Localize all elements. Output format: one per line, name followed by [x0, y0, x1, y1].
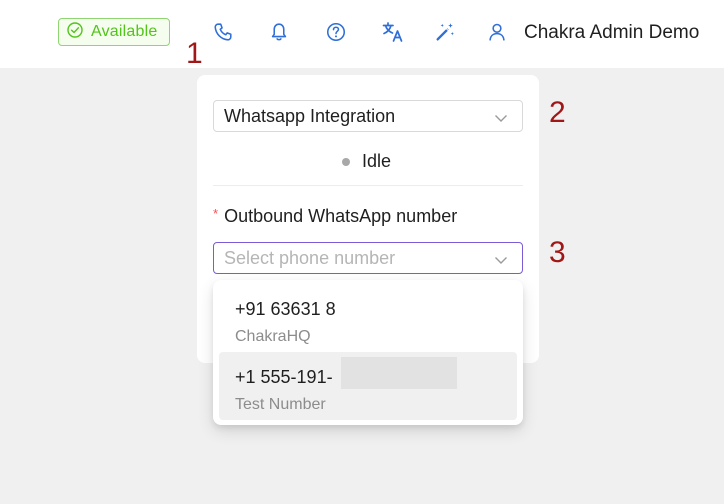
- user-icon[interactable]: [485, 20, 509, 44]
- phone-icon[interactable]: [211, 20, 235, 44]
- integration-select-value: Whatsapp Integration: [224, 105, 396, 126]
- agent-state: Idle: [342, 151, 391, 172]
- outbound-number-label-text: Outbound WhatsApp number: [224, 206, 458, 226]
- phone-number-placeholder: Select phone number: [224, 247, 396, 268]
- status-dot: [342, 157, 350, 166]
- chevron-down-icon: [494, 251, 508, 272]
- status-label: Available: [91, 23, 158, 40]
- redacted-block: [341, 357, 457, 389]
- required-mark: *: [213, 206, 219, 221]
- top-navigation-bar: Available Chakra Admin Demo: [0, 0, 724, 68]
- integration-select[interactable]: Whatsapp Integration: [213, 100, 523, 132]
- translate-icon[interactable]: [381, 20, 405, 44]
- availability-status-badge[interactable]: Available: [58, 18, 170, 46]
- help-icon[interactable]: [324, 20, 348, 44]
- divider: [213, 185, 523, 186]
- check-circle-icon: [67, 21, 83, 43]
- annotation-marker-2: 2: [549, 96, 566, 129]
- phone-option-label: ChakraHQ: [235, 328, 311, 345]
- bell-icon[interactable]: [267, 20, 291, 44]
- annotation-marker-1: 1: [186, 37, 203, 70]
- outbound-number-label: * Outbound WhatsApp number: [213, 206, 457, 227]
- chevron-down-icon: [494, 109, 508, 130]
- phone-option-chakrahq[interactable]: +91 63631 8 ChakraHQ: [219, 284, 517, 352]
- phone-option-number: +91 63631 8: [235, 299, 336, 319]
- phone-number-dropdown: +91 63631 8 ChakraHQ +1 555-191- Test Nu…: [213, 280, 523, 425]
- user-name[interactable]: Chakra Admin Demo: [524, 22, 699, 44]
- magic-wand-icon[interactable]: [433, 20, 457, 44]
- agent-state-label: Idle: [362, 151, 392, 171]
- phone-option-label: Test Number: [235, 396, 326, 413]
- phone-number-select[interactable]: Select phone number: [213, 242, 523, 274]
- annotation-marker-3: 3: [549, 236, 566, 269]
